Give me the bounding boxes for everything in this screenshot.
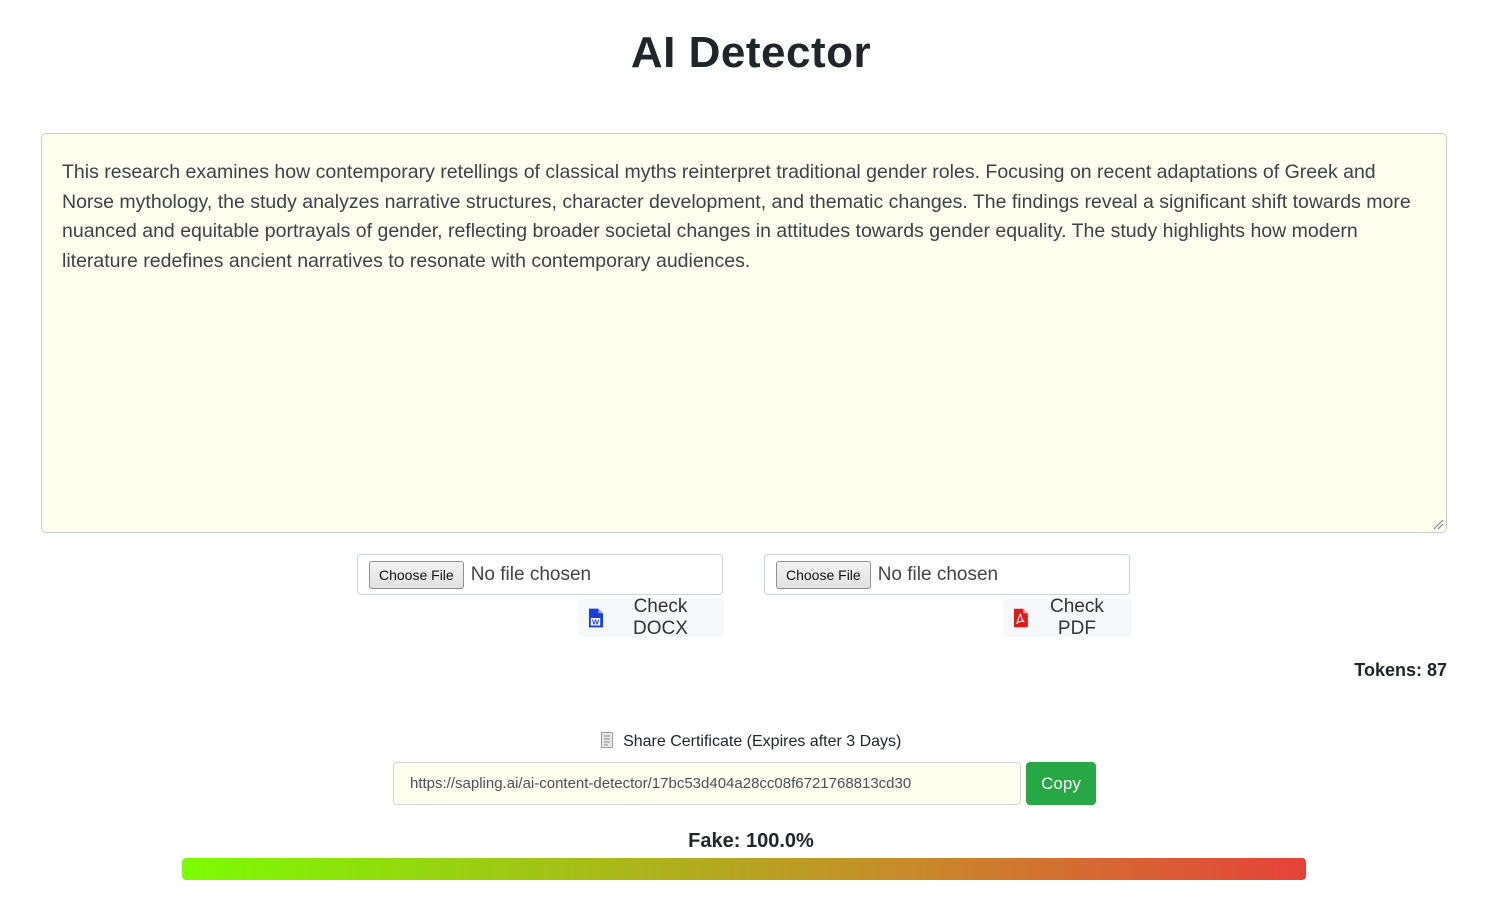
share-certificate-text: Share Certificate (Expires after 3 Days) xyxy=(623,733,902,750)
docx-file-input[interactable]: Choose File No file chosen xyxy=(357,554,723,595)
text-input-area[interactable]: This research examines how contemporary … xyxy=(41,133,1447,533)
fake-score-bar xyxy=(182,858,1306,880)
resize-grip-icon[interactable] xyxy=(1432,518,1444,530)
check-docx-label: Check DOCX xyxy=(633,596,688,639)
docx-choose-file-button[interactable]: Choose File xyxy=(369,560,464,589)
share-certificate-label: Share Certificate (Expires after 3 Days) xyxy=(0,732,1502,751)
page-title: AI Detector xyxy=(630,28,872,77)
pdf-choose-file-button[interactable]: Choose File xyxy=(776,560,871,589)
pdf-file-input[interactable]: Choose File No file chosen xyxy=(764,554,1130,595)
pdf-file-icon xyxy=(1013,608,1028,628)
check-docx-button[interactable]: W Check DOCX xyxy=(578,596,724,639)
editor-text[interactable]: This research examines how contemporary … xyxy=(62,161,1411,272)
svg-text:W: W xyxy=(592,618,600,627)
check-pdf-label: Check PDF xyxy=(1049,596,1104,639)
fake-score-bar-fill xyxy=(182,858,1306,880)
word-file-icon: W xyxy=(588,608,604,628)
ai-detector-page: AI Detector This research examines how c… xyxy=(0,0,1502,918)
fake-score-label: Fake: 100.0% xyxy=(688,830,814,852)
certificate-url-field[interactable]: https://sapling.ai/ai-content-detector/1… xyxy=(393,762,1021,805)
token-count: Tokens: 87 xyxy=(1354,660,1447,680)
pdf-file-status: No file chosen xyxy=(877,563,999,585)
copy-button[interactable]: Copy xyxy=(1026,762,1096,805)
document-icon xyxy=(600,732,613,748)
docx-file-status: No file chosen xyxy=(470,563,592,585)
check-pdf-button[interactable]: Check PDF xyxy=(1003,596,1132,639)
